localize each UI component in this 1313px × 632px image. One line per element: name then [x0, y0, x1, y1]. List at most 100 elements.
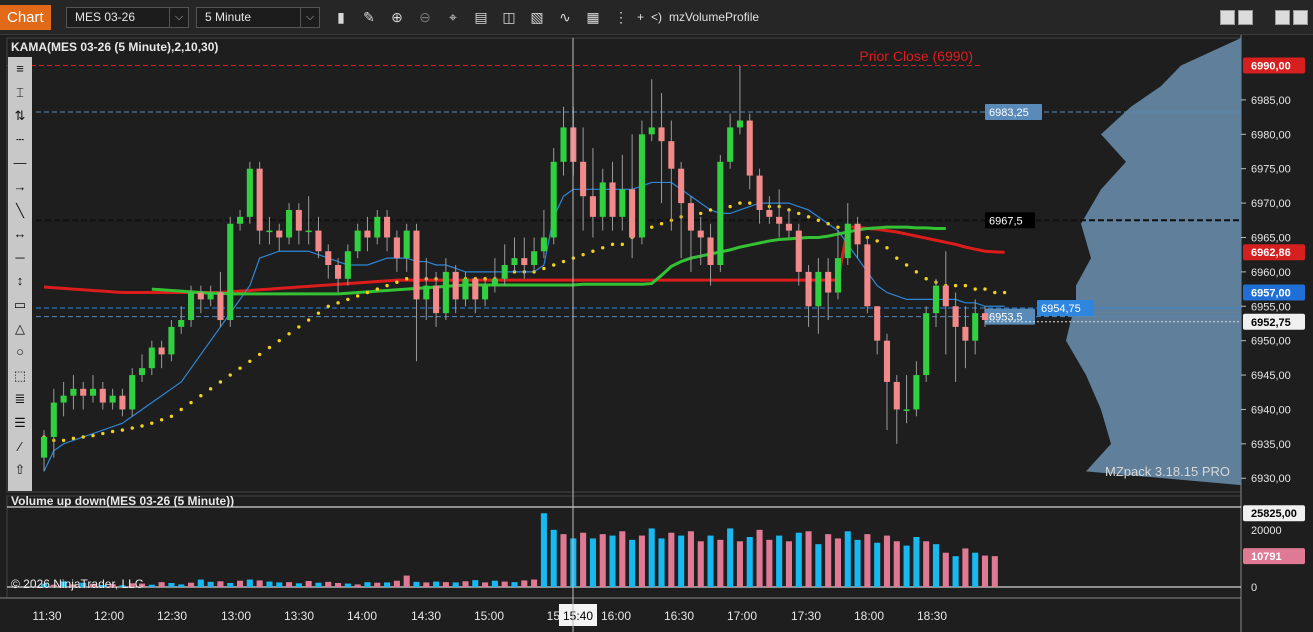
- candle-body: [138, 368, 146, 376]
- volume-bar: [472, 580, 479, 587]
- volume-bar: [805, 531, 812, 587]
- volume-badge-text: 25825,00: [1251, 508, 1297, 520]
- candle-body: [40, 436, 48, 458]
- time-highlight-text: 15:40: [563, 609, 593, 623]
- candle-body: [540, 237, 547, 252]
- volume-bar: [981, 555, 989, 587]
- extended-line-icon[interactable]: ↔: [8, 224, 32, 244]
- trend-line-icon[interactable]: ╲: [8, 201, 32, 221]
- triangle-icon[interactable]: △: [8, 319, 32, 339]
- properties-icon[interactable]: ▤: [472, 8, 490, 26]
- price-badge-text: 6952,75: [1251, 317, 1291, 329]
- volume-bar: [589, 538, 596, 587]
- volume-bar: [148, 584, 155, 587]
- psar-dot: [306, 318, 311, 322]
- candle-body: [893, 381, 900, 410]
- chart-area[interactable]: 6983,256967,56953,56954,75 6985,006980,0…: [0, 35, 1313, 632]
- rectangle-icon[interactable]: ▭: [8, 295, 32, 315]
- volume-bar: [550, 529, 557, 587]
- psar-dot: [355, 294, 360, 298]
- candle-body: [148, 347, 155, 369]
- price-marker-icon[interactable]: ┄: [8, 130, 32, 150]
- chart-trader-icon[interactable]: ∿: [556, 8, 574, 26]
- volume-bar: [187, 582, 195, 587]
- data-box-icon[interactable]: ◫: [500, 8, 518, 26]
- crosshair-icon[interactable]: ⌖: [444, 8, 462, 26]
- horizontal-line-icon[interactable]: ─: [8, 248, 32, 268]
- psar-dot: [885, 246, 889, 250]
- ray-icon[interactable]: →: [8, 177, 32, 197]
- tile-icon[interactable]: [1220, 10, 1235, 25]
- add-button[interactable]: +: [637, 10, 644, 24]
- candle-body: [609, 182, 616, 217]
- zoom-out-icon[interactable]: ⊖: [416, 8, 434, 26]
- time-label: 13:00: [221, 609, 251, 623]
- candle-body: [736, 120, 743, 128]
- instrument-selector[interactable]: MES 03-26 ⌵: [66, 7, 189, 28]
- time-label: 12:30: [157, 609, 187, 623]
- andrews-pitchfork-icon[interactable]: ☰: [8, 413, 32, 433]
- psar-dot: [150, 421, 154, 425]
- candle-body: [99, 388, 106, 403]
- psar-dot: [728, 204, 732, 209]
- interval-selector[interactable]: 5 Minute ⌵: [196, 7, 320, 28]
- candle-body: [511, 258, 518, 265]
- level-tag-text: 6954,75: [1041, 303, 1081, 315]
- psar-dot: [169, 414, 174, 419]
- axis-tick-label: 6970,00: [1251, 198, 1291, 210]
- ellipse-icon[interactable]: ○: [8, 342, 32, 362]
- chevron-down-icon[interactable]: ⌵: [300, 8, 319, 27]
- volume-bar: [844, 531, 851, 587]
- maximize-icon[interactable]: [1275, 10, 1290, 25]
- indicators-icon[interactable]: ⋮: [612, 8, 630, 26]
- arrow-up-icon[interactable]: ⇧: [8, 460, 32, 480]
- close-icon[interactable]: [1293, 10, 1308, 25]
- indicator-name[interactable]: mzVolumeProfile: [669, 10, 759, 24]
- draw-pencil-icon[interactable]: ✎: [360, 8, 378, 26]
- candle-body: [129, 375, 136, 410]
- vertical-line-icon[interactable]: ↕: [8, 271, 32, 291]
- level-tag-text: 6967,5: [989, 215, 1023, 227]
- volume-bar: [403, 575, 410, 587]
- watermark: MZpack 3.18.15 PRO: [1105, 464, 1230, 479]
- risk-reward-icon[interactable]: ⇅: [8, 106, 32, 126]
- remove-button[interactable]: <): [651, 10, 662, 24]
- volume-bar: [776, 535, 783, 587]
- align-icon[interactable]: ≡: [8, 59, 32, 79]
- region-icon[interactable]: ⬚: [8, 366, 32, 386]
- volume-bar: [932, 544, 940, 587]
- volume-bar: [442, 582, 449, 587]
- psar-dot: [385, 283, 389, 288]
- psar-dot: [179, 407, 183, 412]
- chevron-down-icon[interactable]: ⌵: [169, 8, 188, 27]
- templates-icon[interactable]: ▦: [584, 8, 602, 26]
- candle-body: [854, 223, 861, 245]
- bar-type-icon[interactable]: ▮: [332, 8, 350, 26]
- volume-bar: [227, 583, 234, 587]
- volume-bar: [344, 583, 351, 587]
- copy-icon[interactable]: [1238, 10, 1253, 25]
- volume-bar: [727, 528, 734, 587]
- line-icon[interactable]: ―: [8, 153, 32, 173]
- fibonacci-icon[interactable]: ≣: [8, 389, 32, 409]
- candle-body: [697, 230, 704, 238]
- chart-tab[interactable]: Chart: [0, 5, 51, 30]
- parallel-lines-icon[interactable]: ∕: [8, 437, 32, 457]
- volume-bar: [874, 542, 881, 587]
- axis-tick-label: 6940,00: [1251, 404, 1291, 416]
- candle-body: [491, 278, 498, 286]
- psar-dot: [552, 263, 556, 267]
- zoom-in-icon[interactable]: ⊕: [388, 8, 406, 26]
- candle-body: [472, 278, 479, 300]
- psar-dot: [542, 266, 546, 271]
- ruler-icon[interactable]: ⌶: [8, 83, 32, 103]
- candle-body: [629, 189, 636, 238]
- candle-body: [776, 216, 783, 224]
- psar-dot: [91, 433, 95, 438]
- psar-dot: [993, 290, 997, 295]
- volume-bar: [785, 541, 792, 587]
- candle-body: [335, 265, 342, 279]
- volume-bar: [491, 580, 498, 587]
- psar-dot: [610, 242, 615, 247]
- strategy-icon[interactable]: ▧: [528, 8, 546, 26]
